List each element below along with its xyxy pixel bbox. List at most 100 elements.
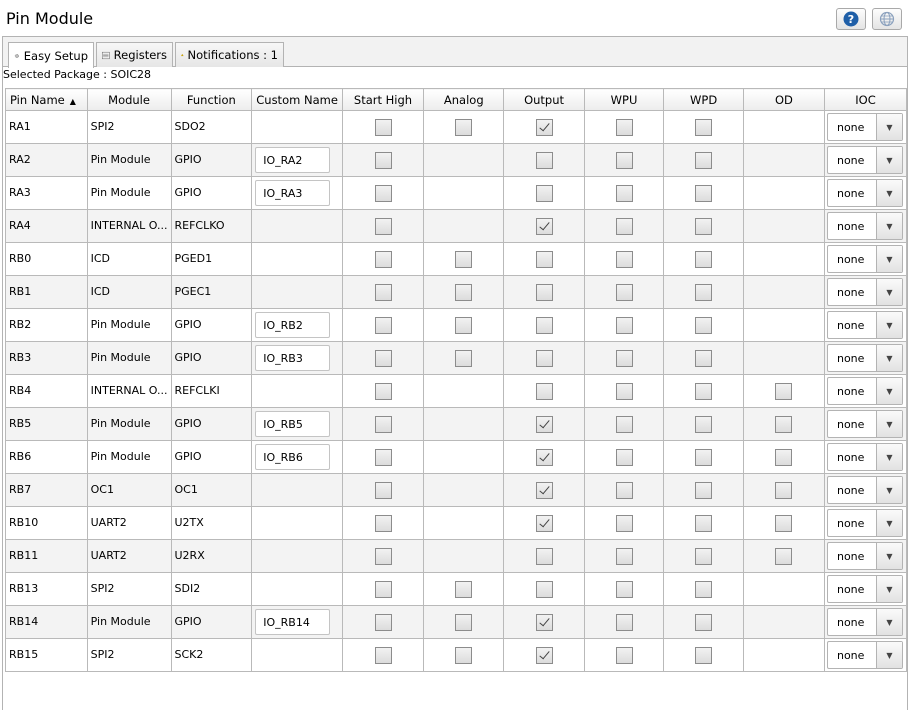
wpu-checkbox[interactable] xyxy=(615,481,633,499)
analog-checkbox[interactable] xyxy=(455,646,473,664)
start-high-checkbox[interactable] xyxy=(374,250,392,268)
table-row[interactable]: RB10 UART2 U2TX none ▼ xyxy=(5,506,908,540)
output-cell[interactable] xyxy=(503,275,585,309)
wpu-checkbox[interactable] xyxy=(615,514,633,532)
wpu-cell[interactable] xyxy=(583,572,665,606)
ioc-dropdown[interactable]: none ▼ xyxy=(826,212,903,240)
output-checkbox[interactable] xyxy=(535,514,553,532)
wpu-checkbox[interactable] xyxy=(615,448,633,466)
column-header-ioc[interactable]: IOC xyxy=(823,88,908,111)
wpd-cell[interactable] xyxy=(663,275,744,309)
ioc-dropdown[interactable]: none ▼ xyxy=(826,377,903,405)
wpd-cell[interactable] xyxy=(663,638,744,672)
table-row[interactable]: RB3 Pin Module GPIO IO_RB3 none ▼ xyxy=(5,341,908,375)
column-header-function[interactable]: Function xyxy=(170,88,253,111)
output-checkbox[interactable] xyxy=(535,547,553,565)
wpu-cell[interactable] xyxy=(583,110,665,144)
wpd-cell[interactable] xyxy=(663,407,744,441)
analog-cell[interactable] xyxy=(423,110,505,144)
output-cell[interactable] xyxy=(503,638,585,672)
output-cell[interactable] xyxy=(503,572,585,606)
wpd-cell[interactable] xyxy=(663,506,744,540)
custom-name-field[interactable]: IO_RA3 xyxy=(255,180,331,206)
output-cell[interactable] xyxy=(503,506,585,540)
wpd-checkbox[interactable] xyxy=(695,415,713,433)
output-cell[interactable] xyxy=(503,242,585,276)
start-high-cell[interactable] xyxy=(341,539,425,573)
ioc-dropdown[interactable]: none ▼ xyxy=(826,113,903,141)
wpd-checkbox[interactable] xyxy=(695,613,713,631)
custom-name-cell[interactable]: IO_RA2 xyxy=(251,143,343,177)
tab-registers[interactable]: Registers xyxy=(96,42,173,67)
wpd-checkbox[interactable] xyxy=(695,250,713,268)
column-header-pin-name[interactable]: Pin Name ▲ xyxy=(5,88,88,111)
output-checkbox[interactable] xyxy=(535,646,553,664)
analog-cell[interactable] xyxy=(423,308,505,342)
output-cell[interactable] xyxy=(503,341,585,375)
start-high-cell[interactable] xyxy=(341,341,425,375)
analog-checkbox[interactable] xyxy=(455,283,473,301)
tab-notifications[interactable]: Notifications : 1 xyxy=(175,42,284,67)
chevron-down-icon[interactable]: ▼ xyxy=(875,378,902,404)
custom-name-cell[interactable]: IO_RB5 xyxy=(251,407,343,441)
wpu-checkbox[interactable] xyxy=(615,349,633,367)
table-row[interactable]: RB11 UART2 U2RX none ▼ xyxy=(5,539,908,573)
analog-checkbox[interactable] xyxy=(455,613,473,631)
analog-checkbox[interactable] xyxy=(455,316,473,334)
table-row[interactable]: RB5 Pin Module GPIO IO_RB5 none ▼ xyxy=(5,407,908,441)
wpu-cell[interactable] xyxy=(583,176,665,210)
start-high-cell[interactable] xyxy=(341,209,425,243)
custom-name-field[interactable]: IO_RA2 xyxy=(255,147,331,173)
wpd-cell[interactable] xyxy=(663,341,744,375)
column-header-od[interactable]: OD xyxy=(742,88,825,111)
ioc-dropdown[interactable]: none ▼ xyxy=(826,410,903,438)
chevron-down-icon[interactable]: ▼ xyxy=(875,609,902,635)
od-cell[interactable] xyxy=(742,506,825,540)
table-row[interactable]: RB14 Pin Module GPIO IO_RB14 none ▼ xyxy=(5,605,908,639)
output-cell[interactable] xyxy=(503,176,585,210)
wpu-cell[interactable] xyxy=(583,242,665,276)
wpu-cell[interactable] xyxy=(583,473,665,507)
od-cell[interactable] xyxy=(742,374,825,408)
output-cell[interactable] xyxy=(503,143,585,177)
chevron-down-icon[interactable]: ▼ xyxy=(875,444,902,470)
output-checkbox[interactable] xyxy=(535,217,553,235)
column-header-module[interactable]: Module xyxy=(86,88,172,111)
start-high-checkbox[interactable] xyxy=(374,217,392,235)
start-high-cell[interactable] xyxy=(341,605,425,639)
ioc-dropdown[interactable]: none ▼ xyxy=(826,542,903,570)
od-checkbox[interactable] xyxy=(775,481,793,499)
output-checkbox[interactable] xyxy=(535,415,553,433)
od-cell[interactable] xyxy=(742,539,825,573)
od-cell[interactable] xyxy=(742,440,825,474)
start-high-cell[interactable] xyxy=(341,506,425,540)
wpd-checkbox[interactable] xyxy=(695,349,713,367)
custom-name-cell[interactable] xyxy=(251,506,343,540)
tab-easy-setup[interactable]: Easy Setup xyxy=(8,42,94,68)
wpd-checkbox[interactable] xyxy=(695,118,713,136)
start-high-checkbox[interactable] xyxy=(374,514,392,532)
start-high-checkbox[interactable] xyxy=(374,151,392,169)
start-high-cell[interactable] xyxy=(341,572,425,606)
od-checkbox[interactable] xyxy=(775,514,793,532)
chevron-down-icon[interactable]: ▼ xyxy=(875,345,902,371)
ioc-dropdown[interactable]: none ▼ xyxy=(826,146,903,174)
chevron-down-icon[interactable]: ▼ xyxy=(875,147,902,173)
chevron-down-icon[interactable]: ▼ xyxy=(875,411,902,437)
ioc-dropdown[interactable]: none ▼ xyxy=(826,509,903,537)
wpu-cell[interactable] xyxy=(583,539,665,573)
start-high-checkbox[interactable] xyxy=(374,580,392,598)
start-high-checkbox[interactable] xyxy=(374,316,392,334)
analog-cell[interactable] xyxy=(423,275,505,309)
ioc-dropdown[interactable]: none ▼ xyxy=(826,344,903,372)
start-high-cell[interactable] xyxy=(341,374,425,408)
table-row[interactable]: RB4 INTERNAL O... REFCLKI none ▼ xyxy=(5,374,908,408)
wpd-cell[interactable] xyxy=(663,176,744,210)
chevron-down-icon[interactable]: ▼ xyxy=(875,543,902,569)
output-checkbox[interactable] xyxy=(535,118,553,136)
od-cell[interactable] xyxy=(742,473,825,507)
table-row[interactable]: RB13 SPI2 SDI2 none ▼ xyxy=(5,572,908,606)
od-checkbox[interactable] xyxy=(775,547,793,565)
custom-name-cell[interactable] xyxy=(251,473,343,507)
output-checkbox[interactable] xyxy=(535,580,553,598)
